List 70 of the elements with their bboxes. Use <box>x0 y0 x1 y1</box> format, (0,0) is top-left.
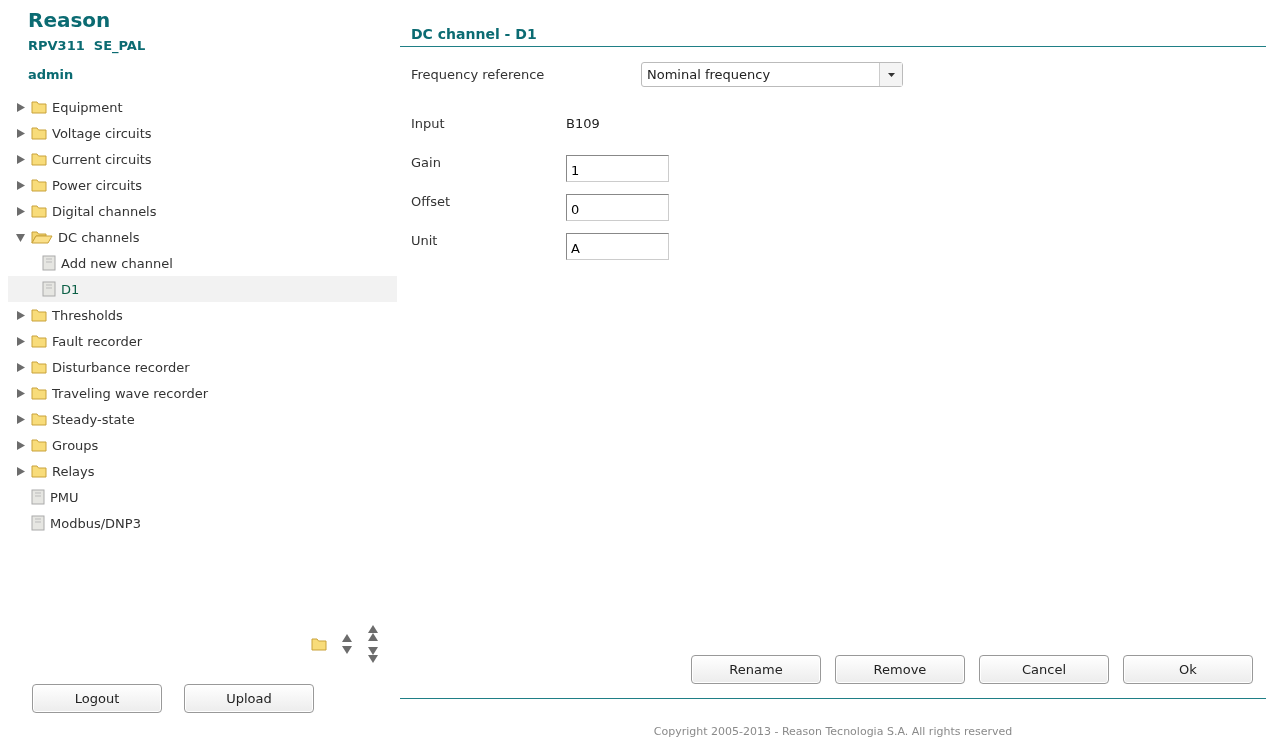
document-icon <box>42 255 56 271</box>
collapse-arrow-icon[interactable] <box>15 232 25 242</box>
expand-arrow-icon[interactable] <box>15 206 25 216</box>
remove-button[interactable]: Remove <box>835 655 965 684</box>
tree-item[interactable]: Modbus/DNP3 <box>8 510 397 536</box>
tree-item[interactable]: D1 <box>8 276 397 302</box>
input-field[interactable]: 1 <box>566 155 669 182</box>
tree-item[interactable]: Groups <box>8 432 397 458</box>
folder-icon <box>31 152 47 166</box>
folder-icon <box>31 386 47 400</box>
tree-item[interactable]: Current circuits <box>8 146 397 172</box>
tree-item[interactable]: Digital channels <box>8 198 397 224</box>
folder-icon <box>31 360 47 374</box>
expand-arrow-icon[interactable] <box>15 336 25 346</box>
expand-arrow-icon[interactable] <box>15 362 25 372</box>
tree-item[interactable]: Add new channel <box>8 250 397 276</box>
tree-item[interactable]: DC channels <box>8 224 397 250</box>
folder-icon <box>31 308 47 322</box>
folder-icon <box>31 204 47 218</box>
move-top-bottom-icon[interactable] <box>367 624 379 664</box>
expand-arrow-icon[interactable] <box>15 466 25 476</box>
expand-arrow-icon[interactable] <box>15 414 25 424</box>
tree-item[interactable]: Thresholds <box>8 302 397 328</box>
field-label: Frequency reference <box>411 67 546 82</box>
panel-title: DC channel - D1 <box>411 26 537 42</box>
brand-title: Reason <box>28 8 111 32</box>
expand-arrow-icon[interactable] <box>15 388 25 398</box>
folder-icon <box>31 438 47 452</box>
input-field[interactable]: 0 <box>566 194 669 221</box>
folder-icon <box>31 126 47 140</box>
tree-item[interactable]: Steady-state <box>8 406 397 432</box>
field-label: Gain <box>411 154 442 170</box>
tree-item[interactable]: Equipment <box>8 94 397 120</box>
expand-arrow-icon[interactable] <box>15 128 25 138</box>
tree-item[interactable]: Voltage circuits <box>8 120 397 146</box>
expand-arrow-icon[interactable] <box>15 180 25 190</box>
field-value: B109 <box>566 115 600 131</box>
field-label: Input <box>411 115 446 131</box>
tree-item[interactable]: Relays <box>8 458 397 484</box>
device-name: RPV311 SE_PAL <box>28 38 146 53</box>
tree-item[interactable]: Power circuits <box>8 172 397 198</box>
expand-arrow-icon[interactable] <box>15 102 25 112</box>
cancel-button[interactable]: Cancel <box>979 655 1109 684</box>
copyright-text: Copyright 2005-2013 - Reason Tecnologia S.A. All rights reserved <box>653 725 1013 738</box>
tree-item[interactable]: Disturbance recorder <box>8 354 397 380</box>
folder-icon <box>31 178 47 192</box>
document-icon <box>42 281 56 297</box>
tree-item[interactable]: Fault recorder <box>8 328 397 354</box>
rename-button[interactable]: Rename <box>691 655 821 684</box>
folder-icon <box>31 100 47 114</box>
folder-icon <box>31 412 47 426</box>
folder-icon <box>31 464 47 478</box>
ok-button[interactable]: Ok <box>1123 655 1253 684</box>
logout-button[interactable]: Logout <box>32 684 162 713</box>
upload-button[interactable]: Upload <box>184 684 314 713</box>
user-name: admin <box>28 67 74 82</box>
tree-item[interactable]: Traveling wave recorder <box>8 380 397 406</box>
expand-arrow-icon[interactable] <box>15 154 25 164</box>
open-folder-icon <box>31 230 53 244</box>
folder-icon <box>31 334 47 348</box>
tree-item[interactable]: PMU <box>8 484 397 510</box>
field-label: Offset <box>411 193 452 209</box>
input-field[interactable]: A <box>566 233 669 260</box>
document-icon <box>31 515 45 531</box>
expand-arrow-icon[interactable] <box>15 440 25 450</box>
dropdown-arrow-icon[interactable] <box>887 72 895 77</box>
frequency-dropdown[interactable]: Nominal frequency <box>641 62 903 87</box>
document-icon <box>31 489 45 505</box>
field-label: Unit <box>411 232 439 248</box>
expand-arrow-icon[interactable] <box>15 310 25 320</box>
